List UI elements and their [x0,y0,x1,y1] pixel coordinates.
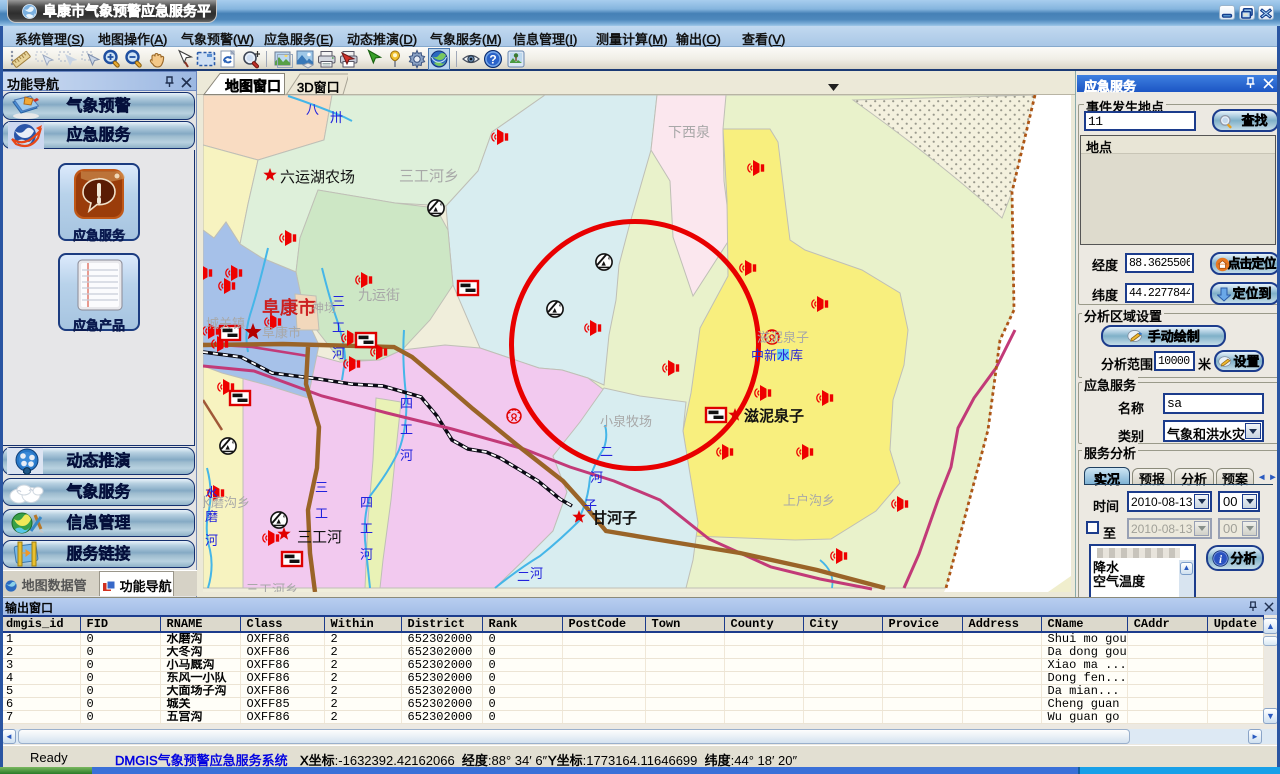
svg-text:六运湖农场: 六运湖农场 [280,169,355,186]
svg-text:小泉牧场: 小泉牧场 [600,414,652,429]
svg-text:河: 河 [360,547,373,562]
svg-text:三工河乡: 三工河乡 [246,582,298,592]
svg-text:滋泥泉子: 滋泥泉子 [744,407,804,425]
svg-text:工: 工 [332,320,345,335]
svg-text:河: 河 [332,346,345,361]
svg-text:阜康市: 阜康市 [262,297,316,318]
svg-text:下西泉: 下西泉 [668,124,710,140]
svg-text:三工河: 三工河 [297,529,342,546]
svg-text:工: 工 [360,521,373,536]
svg-text:八: 八 [306,102,319,117]
svg-text:四: 四 [400,396,413,411]
svg-text:甘河子: 甘河子 [592,509,637,527]
svg-text:阜康市: 阜康市 [262,325,301,340]
svg-text:二: 二 [517,569,530,584]
svg-text:二: 二 [600,444,613,459]
svg-text:子: 子 [584,498,597,513]
svg-text:水: 水 [205,485,218,500]
svg-text:上户沟乡: 上户沟乡 [783,493,835,508]
svg-text:工: 工 [315,506,328,521]
svg-text:磨: 磨 [205,509,218,524]
svg-text:四: 四 [360,495,373,510]
svg-text:中新水库: 中新水库 [751,348,803,363]
svg-text:三: 三 [315,480,328,495]
svg-text:三: 三 [332,294,345,309]
svg-text:河: 河 [530,566,543,581]
svg-text:卅: 卅 [330,110,343,125]
svg-text:河: 河 [205,533,218,548]
svg-text:河: 河 [590,470,603,485]
svg-text:?: ? [489,53,496,67]
svg-text:九运街: 九运街 [358,287,400,303]
svg-text:河: 河 [400,448,413,463]
svg-text:三工河乡: 三工河乡 [399,168,459,185]
svg-text:滋泥泉子: 滋泥泉子 [757,330,809,345]
svg-text:城关镇: 城关镇 [206,316,245,331]
svg-text:工: 工 [400,422,413,437]
